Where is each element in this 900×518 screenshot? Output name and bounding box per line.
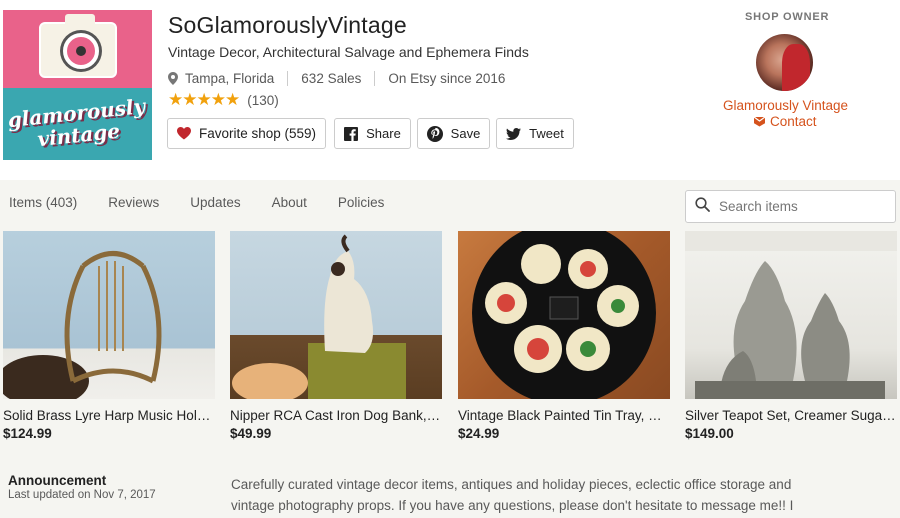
- shop-logo: glamorously vintage: [3, 10, 152, 160]
- favorite-shop-button[interactable]: Favorite shop (559): [167, 118, 326, 149]
- logo-text-panel: glamorously vintage: [3, 88, 152, 160]
- pinterest-icon: [426, 125, 443, 142]
- shop-tagline: Vintage Decor, Architectural Salvage and…: [168, 44, 529, 60]
- shop-sales[interactable]: 632 Sales: [301, 71, 361, 86]
- listing-title[interactable]: Vintage Black Painted Tin Tray, Nesting: [458, 408, 670, 423]
- heart-icon: [176, 127, 191, 140]
- tab-about[interactable]: About: [272, 195, 307, 210]
- listing-image-lyre-holder[interactable]: [3, 231, 215, 399]
- search-box[interactable]: [685, 190, 896, 223]
- owner-name-link[interactable]: Glamorously Vintage: [723, 98, 848, 113]
- listing-card[interactable]: Solid Brass Lyre Harp Music Holder Vinta…: [3, 231, 215, 441]
- save-button[interactable]: Save: [417, 118, 490, 149]
- owner-avatar[interactable]: [756, 34, 813, 91]
- twitter-icon: [506, 127, 522, 140]
- listing-title[interactable]: Silver Teapot Set, Creamer Sugar, Tray: [685, 408, 897, 423]
- announcement-title: Announcement: [8, 473, 107, 488]
- contact-label: Contact: [770, 114, 817, 129]
- listing-image-nipper-dog[interactable]: [230, 231, 442, 399]
- contact-link[interactable]: Contact: [754, 114, 817, 129]
- shop-name: SoGlamorouslyVintage: [168, 12, 407, 38]
- shop-nav-tabs: Items (403) Reviews Updates About Polici…: [9, 195, 415, 210]
- logo-text: glamorously vintage: [6, 93, 147, 152]
- divider: [287, 71, 289, 86]
- divider: [374, 71, 376, 86]
- envelope-icon: [754, 116, 765, 127]
- listing-image-silver-teapot[interactable]: [685, 231, 897, 399]
- tweet-label: Tweet: [529, 126, 564, 141]
- listing-price: $49.99: [230, 426, 272, 441]
- shop-owner-label: SHOP OWNER: [745, 11, 830, 23]
- listing-title[interactable]: Solid Brass Lyre Harp Music Holder Vinta…: [3, 408, 215, 423]
- shop-rating[interactable]: ★★★★★ (130): [168, 90, 279, 110]
- listing-card[interactable]: Nipper RCA Cast Iron Dog Bank, Judd $49.…: [230, 231, 442, 441]
- listing-price: $24.99: [458, 426, 500, 441]
- listing-card[interactable]: Vintage Black Painted Tin Tray, Nesting …: [458, 231, 670, 441]
- listing-price: $124.99: [3, 426, 52, 441]
- shop-meta: Tampa, Florida 632 Sales On Etsy since 2…: [168, 71, 505, 86]
- announcement-date: Last updated on Nov 7, 2017: [8, 489, 156, 501]
- facebook-icon: [344, 126, 359, 141]
- tab-updates[interactable]: Updates: [190, 195, 240, 210]
- shop-location: Tampa, Florida: [185, 71, 275, 86]
- listing-card[interactable]: Silver Teapot Set, Creamer Sugar, Tray $…: [685, 231, 897, 441]
- tab-reviews[interactable]: Reviews: [108, 195, 159, 210]
- shop-since: On Etsy since 2016: [388, 71, 506, 86]
- favorite-shop-label: Favorite shop (559): [198, 126, 317, 141]
- tab-items[interactable]: Items (403): [9, 195, 77, 210]
- star-rating-icon: ★★★★★: [168, 90, 240, 109]
- listing-price: $149.00: [685, 426, 734, 441]
- logo-camera-panel: [3, 10, 152, 88]
- save-label: Save: [450, 126, 481, 141]
- search-input[interactable]: [719, 199, 889, 214]
- rating-count: (130): [247, 92, 279, 108]
- location-pin-icon: [168, 72, 178, 85]
- share-label: Share: [366, 126, 401, 141]
- tweet-button[interactable]: Tweet: [496, 118, 574, 149]
- tab-policies[interactable]: Policies: [338, 195, 385, 210]
- announcement-text: Carefully curated vintage decor items, a…: [231, 477, 794, 513]
- share-button[interactable]: Share: [334, 118, 411, 149]
- camera-icon: [39, 14, 117, 78]
- search-icon[interactable]: [695, 196, 710, 217]
- listing-image-tin-tray[interactable]: [458, 231, 670, 399]
- listing-title[interactable]: Nipper RCA Cast Iron Dog Bank, Judd: [230, 408, 442, 423]
